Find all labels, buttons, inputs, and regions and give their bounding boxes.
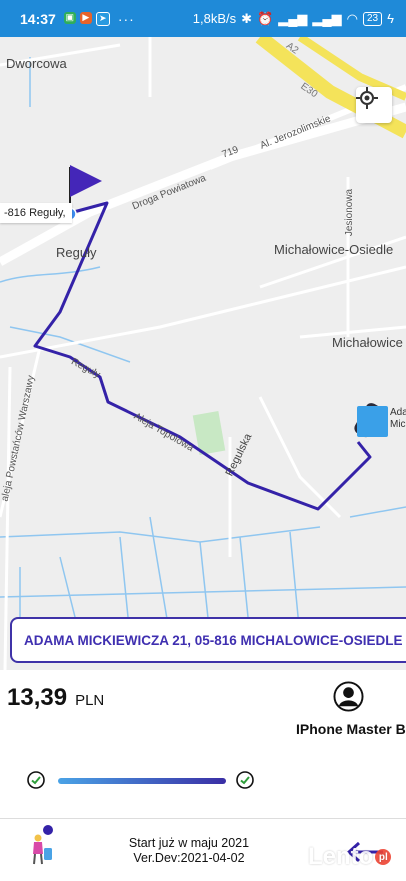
- network-speed: 1,8kB/s: [192, 11, 237, 26]
- map-canvas: [0, 37, 406, 670]
- driver-name: IPhone Master B: [296, 721, 406, 737]
- notification-icons: ▣ ▶ ➤: [63, 11, 110, 26]
- destination-marker[interactable]: [357, 406, 388, 437]
- signal-icon-2: ▂▄▆: [312, 10, 342, 26]
- map-label-michalowice-osiedle: Michałowice-Osiedle: [274, 242, 394, 257]
- more-notifications-icon: ···: [117, 10, 135, 27]
- charging-icon: ϟ: [387, 11, 394, 26]
- video-icon: ▶: [79, 11, 92, 24]
- status-time: 14:37: [20, 10, 56, 27]
- telegram-icon: ➤: [95, 11, 110, 26]
- locate-me-button[interactable]: [356, 87, 392, 123]
- map-view[interactable]: Dworcowa Al. Jerozolimskie 719 Droga Pow…: [0, 37, 406, 670]
- watermark: Lento pl: [308, 842, 400, 872]
- status-bar: 14:37 ▣ ▶ ➤ ··· 1,8kB/s ✱ ⏰ ▂▄▆ ▂▄▆ ◠ 23…: [0, 0, 406, 37]
- trip-progress-bar: [58, 778, 226, 784]
- status-right: 1,8kB/s ✱ ⏰ ▂▄▆ ▂▄▆ ◠ 23 ϟ: [193, 0, 394, 37]
- signal-icon: ▂▄▆: [278, 10, 308, 26]
- fare: 13,39 PLN: [7, 684, 104, 712]
- check-circle-icon: [27, 771, 45, 789]
- destination-address-text: ADAMA MICKIEWICZA 21, 05-816 MICHALOWICE…: [24, 632, 403, 648]
- alarm-icon: ⏰: [257, 10, 274, 26]
- watermark-text: Lento: [308, 843, 374, 870]
- shield-icon: ▣: [63, 11, 76, 24]
- map-label-jesionowa: Jesionowa: [344, 188, 356, 237]
- battery-icon: 23: [362, 11, 383, 26]
- user-avatar-icon[interactable]: [333, 681, 364, 712]
- destination-label-line-1: Ada: [390, 407, 406, 418]
- map-label-reguly: Reguły: [56, 245, 97, 260]
- crosshair-icon: [356, 87, 378, 109]
- check-circle-icon: [236, 771, 254, 789]
- destination-marker-label: Ada Mic: [390, 407, 406, 431]
- map-label-michalowice: Michałowice: [332, 335, 403, 350]
- wifi-icon: ◠: [346, 10, 358, 26]
- destination-address-card[interactable]: ADAMA MICKIEWICZA 21, 05-816 MICHALOWICE…: [10, 617, 406, 663]
- fare-amount: 13,39: [7, 684, 68, 711]
- watermark-suffix: pl: [375, 849, 392, 865]
- map-label-dworcowa: Dworcowa: [6, 56, 67, 71]
- bluetooth-icon: ✱: [241, 10, 253, 26]
- destination-label-line-2: Mic: [390, 419, 406, 430]
- fare-currency: PLN: [75, 692, 105, 709]
- pickup-address-tooltip: -816 Reguły,: [0, 203, 72, 223]
